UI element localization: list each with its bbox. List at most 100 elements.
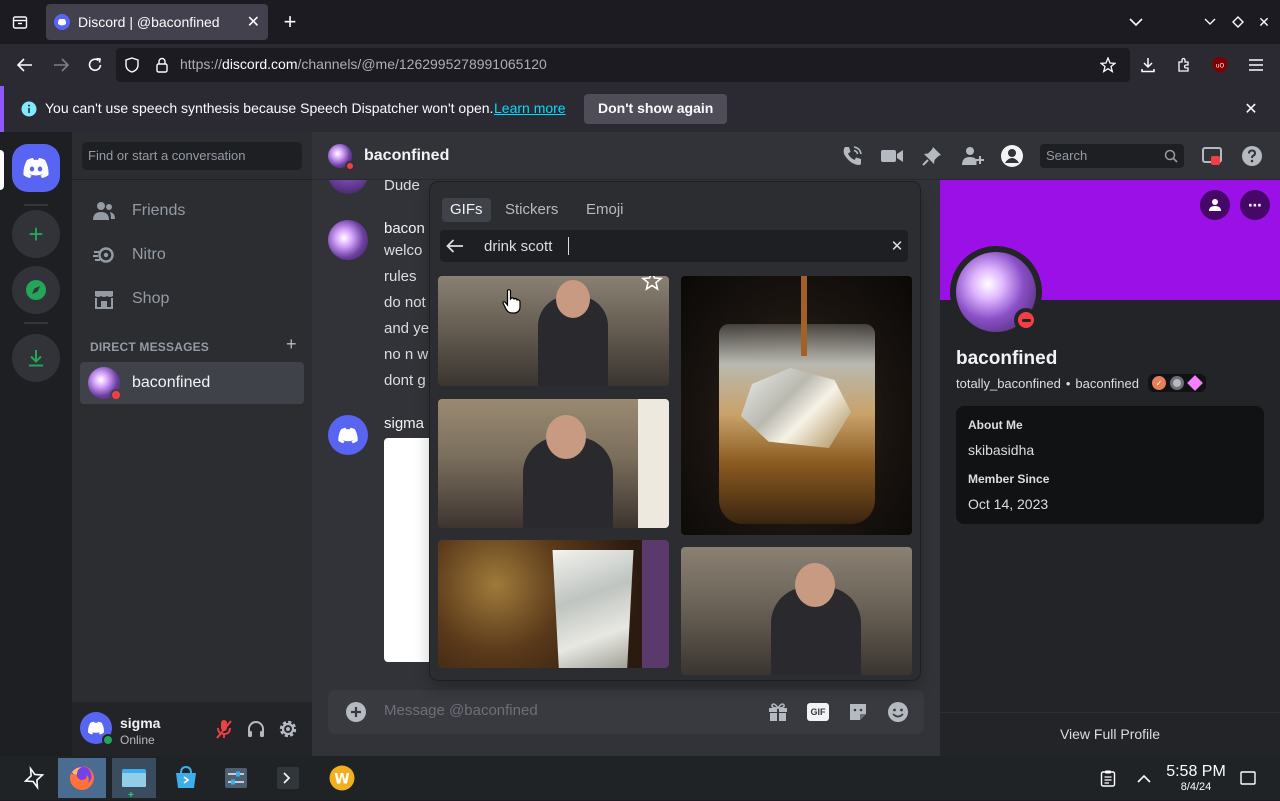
back-arrow-icon[interactable]: [444, 235, 466, 257]
forward-icon[interactable]: [48, 52, 74, 78]
message-input[interactable]: Message @baconfined: [384, 702, 538, 719]
hypesquad-badge-icon[interactable]: ✓: [1152, 376, 1166, 390]
inbox-icon[interactable]: [1200, 144, 1224, 168]
bookmark-star-icon[interactable]: [1098, 55, 1118, 75]
nitro-icon: [93, 247, 114, 263]
taskbar-time[interactable]: 5:58 PM: [1158, 763, 1234, 781]
maximize-icon[interactable]: [1228, 10, 1248, 34]
mute-mic-icon[interactable]: [212, 717, 236, 741]
taskbar-date[interactable]: 8/4/24: [1158, 781, 1234, 793]
url-domain: discord.com: [222, 56, 298, 72]
minimize-icon[interactable]: [1200, 10, 1220, 34]
dont-show-again-button[interactable]: Don't show again: [584, 94, 728, 124]
downloads-icon[interactable]: [1136, 52, 1160, 78]
favorite-star-icon[interactable]: [641, 276, 663, 294]
avatar[interactable]: [80, 712, 114, 746]
avatar[interactable]: [328, 220, 368, 260]
tab-list-icon[interactable]: [8, 10, 32, 34]
message-author[interactable]: sigma: [384, 415, 424, 432]
gif-button[interactable]: GIF: [806, 700, 830, 724]
user-name: sigma: [120, 715, 161, 731]
back-icon[interactable]: [12, 52, 38, 78]
app-launcher-icon[interactable]: [12, 758, 56, 798]
discover-button[interactable]: [12, 266, 60, 314]
ublock-origin-icon[interactable]: uO: [1208, 52, 1232, 78]
message-text: do not: [384, 294, 426, 311]
video-call-icon[interactable]: [879, 144, 905, 168]
clear-search-icon[interactable]: ✕: [886, 235, 908, 257]
sidebar-item-nitro[interactable]: Nitro: [80, 234, 304, 276]
profile-pronoun: baconfined: [1075, 375, 1139, 391]
headphones-icon[interactable]: [244, 717, 268, 741]
download-apps-button[interactable]: [12, 334, 60, 382]
avatar[interactable]: [328, 415, 368, 455]
list-all-tabs-icon[interactable]: [1124, 10, 1148, 34]
system-tray-expand-icon[interactable]: [1132, 758, 1156, 798]
app-menu-icon[interactable]: [1244, 52, 1268, 78]
lock-icon[interactable]: [152, 55, 172, 75]
sidebar-item-friends[interactable]: Friends: [80, 190, 304, 232]
gif-search-input[interactable]: drink scott: [484, 238, 552, 255]
gif-result[interactable]: [438, 540, 669, 668]
add-server-button[interactable]: +: [12, 210, 60, 258]
terminal-taskbar-icon[interactable]: [266, 758, 310, 798]
system-settings-taskbar-icon[interactable]: [214, 758, 258, 798]
mouse-cursor-icon: [502, 289, 521, 314]
gif-result[interactable]: [438, 399, 669, 528]
create-dm-plus-icon[interactable]: +: [286, 334, 297, 355]
show-desktop-icon[interactable]: [1236, 758, 1260, 798]
gif-search-bar: drink scott ✕: [440, 230, 908, 262]
extensions-icon[interactable]: [1172, 52, 1196, 78]
dnd-status-icon: [345, 161, 355, 171]
profile-avatar[interactable]: [950, 246, 1042, 338]
gift-icon[interactable]: [766, 700, 790, 724]
member-since-value: Oct 14, 2023: [968, 496, 1049, 512]
gif-result[interactable]: [681, 276, 912, 535]
view-full-profile-link[interactable]: View Full Profile: [940, 726, 1280, 742]
dm-item-baconfined[interactable]: baconfined: [80, 362, 304, 404]
voice-call-icon[interactable]: [840, 144, 864, 168]
file-manager-taskbar-icon[interactable]: +: [112, 758, 156, 801]
sidebar-item-shop[interactable]: Shop: [80, 278, 304, 320]
emoji-icon[interactable]: [886, 700, 910, 724]
reload-icon[interactable]: [82, 52, 108, 78]
sticker-icon[interactable]: [846, 700, 870, 724]
tab-gifs[interactable]: GIFs: [442, 198, 491, 222]
url-path: /channels/@me/1262995278991065120: [297, 56, 547, 72]
more-options-icon[interactable]: ⋯: [1240, 190, 1270, 220]
add-friends-to-dm-icon[interactable]: [960, 144, 986, 168]
discover-store-taskbar-icon[interactable]: [164, 758, 208, 798]
boost-badge-icon[interactable]: [1187, 375, 1203, 391]
pinned-messages-icon[interactable]: [920, 144, 944, 168]
settings-gear-icon[interactable]: [276, 717, 300, 741]
find-conversation-input[interactable]: Find or start a conversation: [82, 142, 302, 170]
direct-messages-button[interactable]: [12, 144, 60, 192]
profile-username: totally_baconfined: [956, 375, 1061, 391]
tab-stickers[interactable]: Stickers: [497, 198, 566, 222]
user-profile-toggle-icon[interactable]: [1000, 144, 1024, 168]
nitro-badge-icon[interactable]: [1170, 376, 1184, 390]
gif-pour-stream: [801, 276, 807, 356]
firefox-taskbar-icon[interactable]: [58, 758, 106, 798]
add-friend-icon[interactable]: [1200, 190, 1230, 220]
gif-result[interactable]: [681, 547, 912, 675]
new-tab-icon[interactable]: +: [278, 9, 302, 34]
tab-close-icon[interactable]: ✕: [247, 12, 260, 32]
close-window-icon[interactable]: ✕: [1254, 10, 1274, 34]
help-icon[interactable]: [1240, 144, 1264, 168]
tracking-protection-icon[interactable]: [122, 55, 142, 75]
message-author[interactable]: bacon: [384, 220, 425, 237]
friends-icon: [93, 202, 115, 220]
clipboard-icon[interactable]: [1096, 758, 1120, 798]
notification-close-icon[interactable]: ✕: [1240, 98, 1262, 120]
tab-discord[interactable]: Discord | @baconfined ✕: [46, 4, 268, 40]
learn-more-link[interactable]: Learn more: [494, 100, 566, 116]
gif-result[interactable]: [438, 276, 669, 386]
wine-app-taskbar-icon[interactable]: W: [320, 758, 364, 798]
header-search-input[interactable]: Search: [1040, 144, 1184, 168]
sidebar-item-label: Friends: [132, 202, 186, 219]
tab-emoji[interactable]: Emoji: [578, 198, 632, 222]
upload-plus-icon[interactable]: [344, 700, 368, 724]
url-bar[interactable]: https://discord.com/channels/@me/1262995…: [116, 48, 1130, 82]
embed-attachment[interactable]: [384, 438, 430, 662]
